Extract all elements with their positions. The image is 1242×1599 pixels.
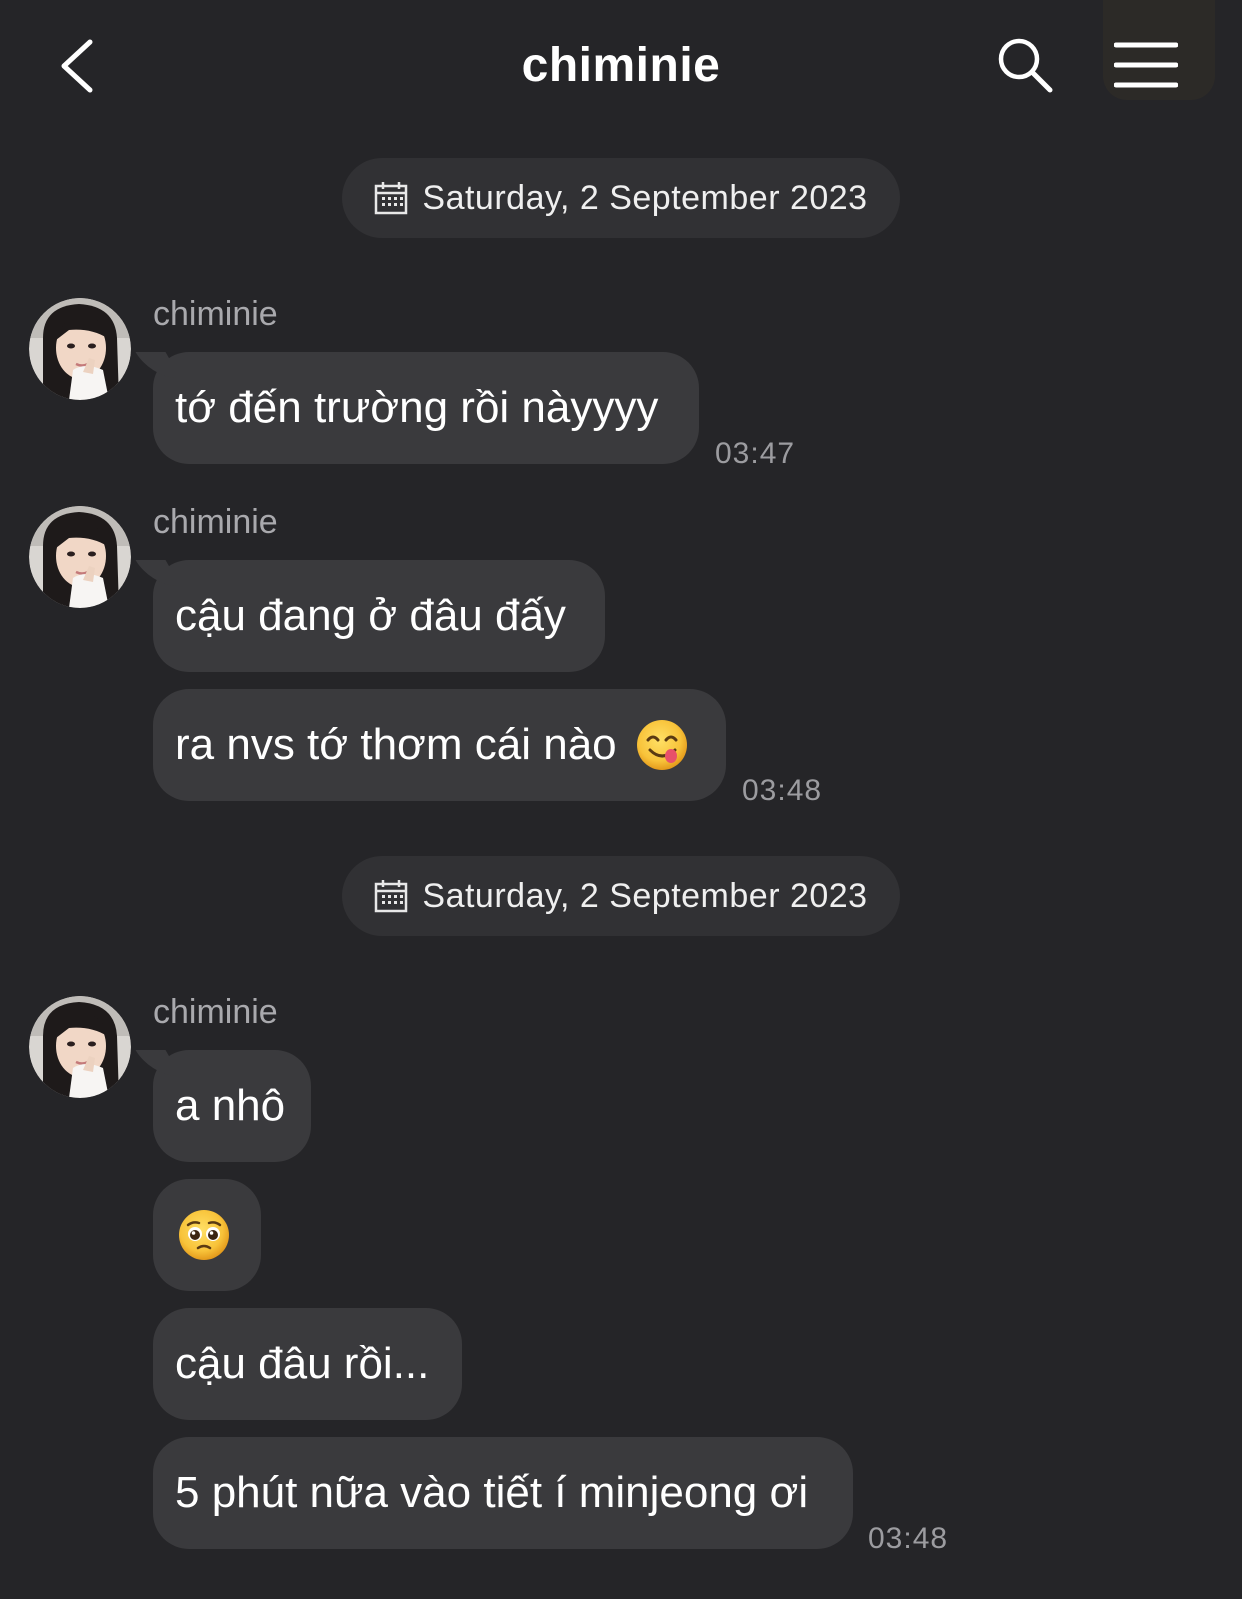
menu-button[interactable] (1113, 40, 1179, 90)
chat-header: chiminie (0, 0, 1242, 132)
yum-face-emoji (636, 720, 687, 770)
message-bubble[interactable] (153, 1179, 261, 1291)
calendar-icon (375, 182, 408, 215)
search-button[interactable] (996, 36, 1054, 94)
message-bubble[interactable]: tớ đến trường rồi nàyyyy (153, 352, 699, 464)
avatar-image (29, 298, 131, 400)
message-time: 03:48 (868, 1522, 949, 1555)
message-bubble[interactable]: cậu đâu rồi... (153, 1308, 462, 1420)
sender-name: chiminie (153, 295, 278, 333)
calendar-icon (375, 880, 408, 913)
message-text: cậu đang ở đâu đấy (175, 591, 566, 640)
chat-title: chiminie (521, 39, 721, 92)
message-time: 03:48 (742, 774, 823, 807)
message-bubble[interactable]: cậu đang ở đâu đấy (153, 560, 605, 672)
message-text: tớ đến trường rồi nàyyyy (175, 383, 659, 432)
avatar[interactable] (29, 996, 131, 1098)
date-separator: Saturday, 2 September 2023 (342, 856, 900, 936)
date-label: Saturday, 2 September 2023 (422, 178, 868, 217)
avatar[interactable] (29, 506, 131, 608)
message-text: ra nvs tớ thơm cái nào (175, 720, 617, 769)
avatar-image (29, 506, 131, 608)
message-time: 03:47 (715, 437, 796, 470)
message-text: cậu đâu rồi... (175, 1339, 430, 1388)
sender-name: chiminie (153, 503, 278, 541)
sender-name: chiminie (153, 993, 278, 1031)
avatar-image (29, 996, 131, 1098)
message-bubble[interactable]: ra nvs tớ thơm cái nào (153, 689, 726, 801)
message-text: a nhô (175, 1081, 286, 1130)
date-separator: Saturday, 2 September 2023 (342, 158, 900, 238)
search-icon (998, 38, 1053, 93)
pleading-face-emoji (179, 1210, 229, 1260)
date-label: Saturday, 2 September 2023 (422, 876, 868, 915)
avatar[interactable] (29, 298, 131, 400)
message-bubble[interactable]: 5 phút nữa vào tiết í minjeong ơi (153, 1437, 853, 1549)
message-text: 5 phút nữa vào tiết í minjeong ơi (175, 1468, 809, 1517)
message-bubble[interactable]: a nhô (153, 1050, 311, 1162)
menu-icon (1113, 42, 1179, 88)
